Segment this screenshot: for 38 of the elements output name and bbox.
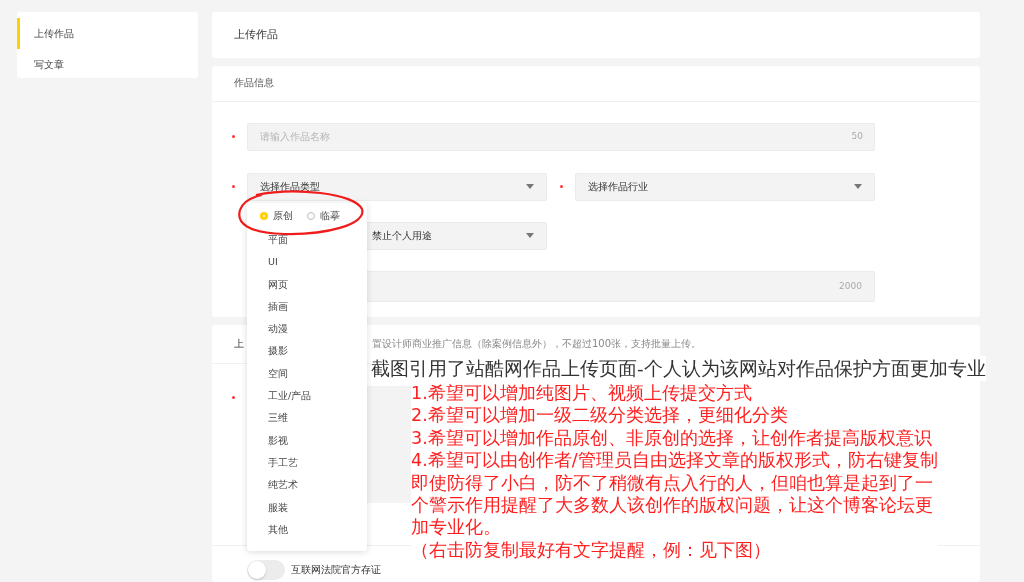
dropdown-item[interactable]: 纯艺术 bbox=[247, 474, 367, 497]
section-title: 上 bbox=[234, 336, 244, 351]
dropdown-item[interactable]: 三维 bbox=[247, 407, 367, 430]
annotation-text: 加专业化。 bbox=[411, 516, 502, 539]
annotation-text: 个警示作用提醒了大多数人该创作的版权问题，让这个博客论坛更 bbox=[411, 493, 934, 517]
upload-hint: 置设计师商业推广信息（除案例信息外），不超过100张，支持批量上传。 bbox=[372, 336, 702, 351]
section-title: 作品信息 bbox=[234, 76, 274, 90]
annotation-text: （右击防复制最好有文字提醒，例：见下图） bbox=[411, 538, 772, 562]
required-dot bbox=[232, 135, 235, 138]
character-count: 50 bbox=[851, 130, 863, 141]
required-dot bbox=[560, 185, 563, 188]
dropdown-item[interactable]: 其他 bbox=[247, 518, 367, 542]
dropdown-item[interactable]: 空间 bbox=[247, 362, 367, 386]
toggle-switch[interactable] bbox=[247, 559, 285, 580]
dropdown-item[interactable]: 动漫 bbox=[247, 318, 367, 341]
radio-option[interactable]: 临摹 bbox=[307, 209, 340, 223]
dropdown-item[interactable]: 服装 bbox=[247, 496, 367, 519]
radio-option[interactable]: 原创 bbox=[260, 209, 293, 223]
sidebar-item[interactable]: 上传作品 bbox=[17, 18, 198, 49]
required-dot bbox=[232, 395, 235, 399]
annotation-text: 1.希望可以增加纯图片、视频上传提交方式 bbox=[411, 382, 753, 405]
type-select[interactable]: 选择作品类型 bbox=[247, 172, 547, 201]
annotation-text: 即使防得了小白，防不了稍微有点入行的人，但咱也算是起到了一 bbox=[411, 471, 934, 494]
dropdown-item[interactable]: 平面 bbox=[247, 229, 367, 252]
annotation-text: 3.希望可以增加作品原创、非原创的选择，让创作者提高版权意识 bbox=[411, 426, 933, 450]
annotation-text: 4.希望可以由创作者/管理员自由选择文章的版权形式，防右键复制 bbox=[411, 449, 938, 472]
dropdown-item[interactable]: 网页 bbox=[247, 273, 367, 296]
dropdown-item[interactable]: 影视 bbox=[247, 429, 367, 452]
dropdown-item[interactable]: 工业/产品 bbox=[247, 385, 367, 408]
dropdown-item[interactable]: 摄影 bbox=[247, 340, 367, 363]
sidebar-item[interactable]: 写文章 bbox=[17, 49, 198, 80]
page-title: 上传作品 bbox=[234, 27, 278, 43]
toggle-label: 互联网法院官方存证 bbox=[291, 562, 381, 577]
industry-select[interactable]: 选择作品行业 bbox=[575, 172, 875, 201]
dropdown-item[interactable]: 手工艺 bbox=[247, 451, 367, 475]
annotation-heading: 截图引用了站酷网作品上传页面-个人认为该网站对作品保护方面更加专业 bbox=[371, 356, 986, 381]
annotation-text: 2.希望可以增加一级二级分类选择，更细化分类 bbox=[411, 404, 789, 427]
required-dot bbox=[232, 185, 235, 188]
